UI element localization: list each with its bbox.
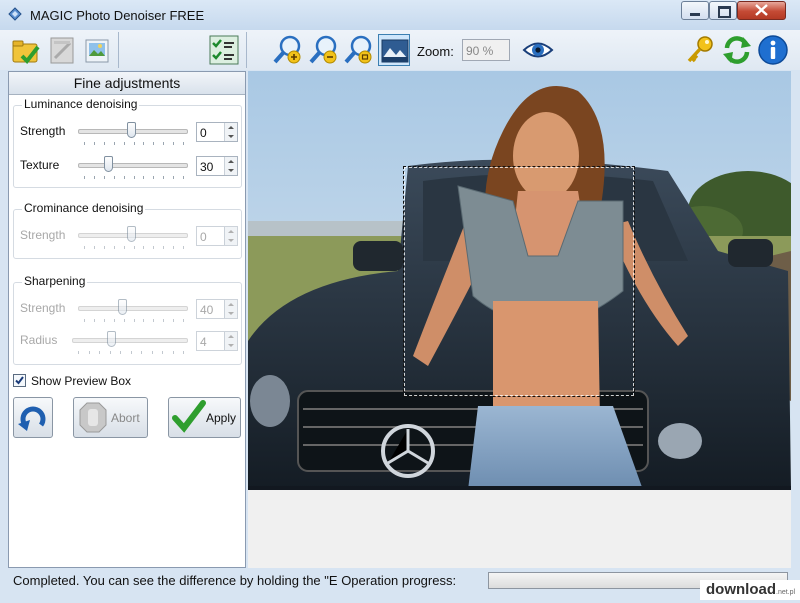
sharpening-group-title: Sharpening xyxy=(22,274,88,288)
abort-label: Abort xyxy=(111,411,140,425)
checkmark-icon xyxy=(172,400,206,433)
apply-label: Apply xyxy=(206,411,237,425)
undo-icon xyxy=(18,406,46,431)
image-file-button[interactable] xyxy=(82,34,114,66)
spin-arrows[interactable] xyxy=(224,157,237,175)
apply-button[interactable]: Apply xyxy=(168,397,241,438)
crominance-group: Crominance denoising Strength 0 xyxy=(13,201,242,259)
sharpening-group: Sharpening Strength 40 Radius 4 xyxy=(13,274,242,365)
minimize-button[interactable] xyxy=(681,1,709,20)
zoom-input[interactable]: 90 % xyxy=(462,39,510,61)
show-preview-checkbox[interactable] xyxy=(13,374,26,387)
zoom-fit-button[interactable] xyxy=(343,34,375,66)
sharpening-radius-field: 4 xyxy=(196,331,238,351)
open-icon xyxy=(12,40,40,65)
title-bar: MAGIC Photo Denoiser FREE xyxy=(0,0,800,30)
status-message: Completed. You can see the difference by… xyxy=(13,573,457,588)
zoom-out-icon xyxy=(309,35,337,64)
crominance-group-title: Crominance denoising xyxy=(22,201,146,215)
actual-size-icon xyxy=(381,39,409,63)
spin-arrows xyxy=(224,332,237,350)
spin-arrows xyxy=(224,227,237,245)
save-button[interactable] xyxy=(46,34,78,66)
crominance-strength-thumb xyxy=(127,226,136,242)
save-icon xyxy=(50,37,74,64)
sharpening-strength-field: 40 xyxy=(196,299,238,319)
sharpening-strength-thumb xyxy=(118,299,127,315)
sharpening-radius-label: Radius xyxy=(20,333,58,347)
fine-adjustments-panel: Fine adjustments Luminance denoising Str… xyxy=(8,71,246,568)
luminance-texture-field[interactable]: 30 xyxy=(196,156,238,176)
undo-button[interactable] xyxy=(13,397,53,438)
image-file-icon xyxy=(85,39,109,63)
close-button[interactable] xyxy=(737,1,786,20)
luminance-texture-slider[interactable] xyxy=(78,163,188,168)
checkmark-icon xyxy=(15,376,24,385)
maximize-button[interactable] xyxy=(709,1,737,20)
compare-button[interactable] xyxy=(208,34,240,66)
slider-ticks xyxy=(84,142,184,146)
luminance-texture-label: Texture xyxy=(20,158,60,172)
zoom-out-button[interactable] xyxy=(308,34,340,66)
sharpening-radius-slider xyxy=(72,338,188,343)
toolbar: Zoom: 90 % xyxy=(0,30,800,70)
zoom-in-button[interactable] xyxy=(272,34,304,66)
key-icon xyxy=(687,36,713,63)
luminance-group: Luminance denoising Strength 0 Texture 3… xyxy=(13,97,242,188)
spin-arrows[interactable] xyxy=(224,123,237,141)
eye-icon xyxy=(522,42,554,58)
luminance-strength-field[interactable]: 0 xyxy=(196,122,238,142)
slider-ticks xyxy=(84,246,184,250)
window-title: MAGIC Photo Denoiser FREE xyxy=(30,8,205,23)
image-viewport[interactable] xyxy=(248,71,791,568)
slider-ticks xyxy=(78,351,184,355)
actual-size-button[interactable] xyxy=(378,34,410,66)
watermark-logo: download.net.pl xyxy=(700,580,800,600)
luminance-strength-thumb[interactable] xyxy=(127,122,136,138)
info-icon xyxy=(758,35,788,65)
show-preview-label: Show Preview Box xyxy=(31,374,132,388)
abort-button[interactable]: Abort xyxy=(73,397,148,438)
open-button[interactable] xyxy=(10,34,42,66)
slider-ticks xyxy=(84,176,184,180)
zoom-in-icon xyxy=(273,35,301,64)
close-icon xyxy=(755,4,768,16)
crominance-strength-label: Strength xyxy=(20,228,66,242)
refresh-icon xyxy=(723,36,751,64)
sharpening-strength-label: Strength xyxy=(20,301,66,315)
stop-hand-icon xyxy=(79,402,107,433)
preview-eye-button[interactable] xyxy=(522,34,554,66)
preview-box[interactable] xyxy=(403,166,635,397)
luminance-strength-label: Strength xyxy=(20,124,66,138)
refresh-button[interactable] xyxy=(721,34,753,66)
crominance-strength-field: 0 xyxy=(196,226,238,246)
zoom-label: Zoom: xyxy=(417,44,454,59)
app-icon xyxy=(8,7,22,21)
info-button[interactable] xyxy=(757,34,789,66)
compare-icon xyxy=(209,35,239,65)
slider-ticks xyxy=(84,319,184,323)
luminance-group-title: Luminance denoising xyxy=(22,97,140,111)
sharpening-strength-slider xyxy=(78,306,188,311)
status-bar: Completed. You can see the difference by… xyxy=(0,568,800,600)
panel-title: Fine adjustments xyxy=(9,72,245,95)
luminance-texture-thumb[interactable] xyxy=(104,156,113,172)
spin-arrows xyxy=(224,300,237,318)
progress-label: Operation progress: xyxy=(341,573,457,588)
sharpening-radius-thumb xyxy=(107,331,116,347)
zoom-fit-icon xyxy=(344,35,372,64)
key-button[interactable] xyxy=(684,34,716,66)
